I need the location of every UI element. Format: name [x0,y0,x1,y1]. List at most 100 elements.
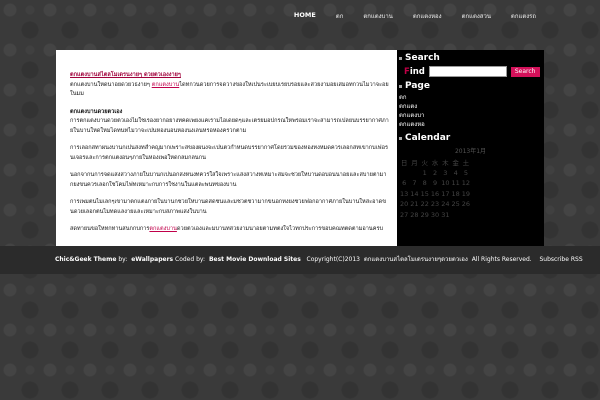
calendar-day: 31 [441,210,450,219]
footer-by: by: [118,256,128,263]
nav-item-2[interactable]: ตกแตงบาน [353,11,403,21]
calendar-day [461,210,471,221]
page-item[interactable]: ตกแตง [399,102,542,111]
calendar-day [450,210,460,221]
calendar-day: 21 [410,200,419,209]
search-button[interactable]: Search [510,66,540,77]
calendar-day: 4 [453,168,458,177]
post-header: ตกแตงบานสไตลโมเดรนงายๆ ดวยตวเองงายๆ ตกแต… [70,71,389,100]
bullet-icon [399,136,402,140]
search-input[interactable] [428,66,507,77]
calendar-day: 1 [422,168,427,177]
calendar-day: 3 [443,168,448,177]
page-item[interactable]: ตกแตงบา [399,111,542,120]
calendar-day: 29 [420,210,429,219]
search-title-text: Search [405,53,440,63]
p5-text-after: ดวยตวเองและมบานทสวยงามนาอยตามทตงใจไวทกปร… [176,226,384,232]
calendar-day: 10 [441,179,450,188]
calendar-day: 9 [432,179,438,188]
top-nav: HOME ตก ตกแตงบาน ตกแตงหอง ตกแตงสวน ตกแตง… [284,11,546,21]
footer: Chic&Geek Theme by: eWallpapers Coded by… [0,246,600,274]
intro-text: ตกแตงบานใหดนาอยดวยวธงายๆ [70,81,152,88]
weekday: 月 [411,159,418,168]
calendar-week: 27 28 29 30 31 [399,210,471,221]
calendar-weekday-row: 日 月 火 水 木 金 土 [399,157,471,168]
calendar-day [409,168,419,179]
calendar-day: 15 [420,189,429,198]
find-label-rest: ind [409,66,425,77]
weekday: 土 [462,159,470,168]
calendar-table: 日 月 火 水 木 金 土 12345 6 7 8 9 10 11 12 13 14 15 16 1… [399,157,471,220]
weekday: 木 [442,159,449,168]
p5-text: สดทายนขอใหทกทานสนกกบการ [70,226,150,232]
calendar-day [399,168,409,179]
calendar-day: 11 [451,179,460,188]
weekday: 火 [421,159,428,168]
calendar-day: 23 [430,200,440,209]
bullet-icon [399,84,402,88]
page-widget-title: Page [399,81,542,91]
nav-item-4[interactable]: ตกแตงสวน [452,11,501,21]
main-content: ตกแตงบานสไตลโมเดรนงายๆ ดวยตวเองงายๆ ตกแต… [56,50,397,246]
calendar-caption: 2013年1月 [454,148,487,155]
calendar-week: 13 14 15 16 17 18 19 [399,189,471,200]
paragraph-4: การเพมตนไมเลกๆเขามาตกแตงภายในบานกชวยใหบา… [70,199,387,215]
footer-rights: All Rights Reserved. [471,256,532,263]
page-item[interactable]: ตก [399,93,542,102]
footer-coded: Coded by: [175,256,206,263]
section-heading: ตกแตงบานดวยตวเอง [70,108,123,115]
calendar-title-text: Calendar [405,133,451,143]
calendar-day: 18 [451,189,460,198]
page-list: ตก ตกแตง ตกแตงบา ตกแตงหอ [399,93,542,129]
calendar-week: 6 7 8 9 10 11 12 [399,178,471,189]
nav-item-1[interactable]: ตก [326,11,354,21]
footer-author-link[interactable]: eWallpapers [131,256,173,263]
nav-item-5[interactable]: ตกแตงรถ [501,11,546,21]
bullet-icon [399,56,402,60]
p5-link[interactable]: ตกแตงบาน [149,226,177,232]
calendar-day: 12 [461,179,471,188]
footer-site-link[interactable]: ตกแตงบานสไตลโมเดรนงายๆดวยตวเอง [364,256,468,263]
calendar-day: 20 [400,200,409,209]
calendar-day: 27 [400,210,409,219]
calendar-day: 5 [463,168,468,177]
calendar-day: 25 [451,200,460,209]
footer-coder-link[interactable]: Best Movie Download Sites [209,256,301,263]
post-title-link[interactable]: ตกแตงบานสไตลโมเดรนงายๆ ดวยตวเองงายๆ [70,72,181,78]
calendar-week: 12345 [399,168,471,179]
calendar-day: 13 [400,189,409,198]
nav-home[interactable]: HOME [284,11,326,21]
calendar-day: 17 [441,189,450,198]
nav-item-3[interactable]: ตกแตงหอง [403,11,452,21]
calendar-day: 2 [432,168,438,177]
footer-theme: Chic&Geek Theme [55,256,117,263]
calendar-day: 8 [422,179,427,188]
calendar-widget-title: Calendar [399,133,542,143]
footer-subscribe-link[interactable]: Subscribe RSS [539,256,582,263]
intro-link[interactable]: ตกแตงบาน [152,82,180,88]
search-widget-title: Search [399,53,542,63]
paragraph-1: การตกแตงบานดวยตวเองไมใชเรองยากอยางทคดเพย… [70,118,389,134]
find-label: Find [404,67,425,77]
paragraph-5: สดทายนขอใหทกทานสนกกบการตกแตงบานดวยตวเองแ… [70,225,389,235]
calendar-day: 16 [430,189,440,198]
calendar-day: 6 [402,179,407,188]
calendar-day: 28 [410,210,419,219]
search-form: Find Search [404,66,542,77]
page-item[interactable]: ตกแตงหอ [399,120,542,129]
sidebar: Search Find Search Page ตก ตกแตง ตกแตงบา… [397,50,544,246]
calendar-day: 30 [430,210,440,219]
paragraph-3: นอกจากนการจดแสงสวางภายในบานกเปนอกสงหนงทค… [70,172,387,188]
footer-copyright: Copyright(C)2013 [306,256,360,263]
page-title-text: Page [405,81,430,91]
paragraph-2: การเลอกสทาผนงบานกเปนสงทสำคญมากเพราะสของผ… [70,145,388,161]
calendar-day: 26 [461,200,471,209]
calendar-week: 20 21 22 23 24 25 26 [399,199,471,210]
calendar-day: 24 [441,200,450,209]
weekday: 水 [431,159,439,168]
weekday: 日 [400,159,408,168]
calendar-day: 14 [410,189,419,198]
weekday: 金 [452,159,459,168]
calendar-day: 22 [420,200,429,209]
calendar-day: 19 [461,189,471,198]
